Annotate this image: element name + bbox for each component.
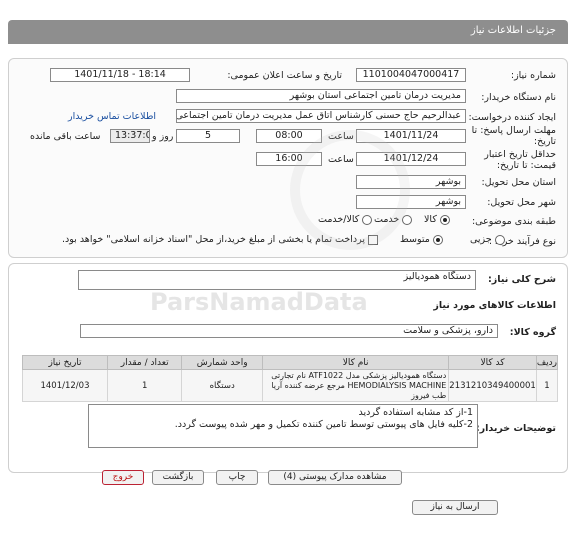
province-label: استان محل تحویل: xyxy=(481,177,556,188)
process-medium-option[interactable]: متوسط xyxy=(400,234,443,245)
goods-table-wrap: ردیف کد کالا نام کالا واحد شمارش تعداد /… xyxy=(22,355,559,402)
buyer-field: مدیریت درمان تامین اجتماعی استان بوشهر xyxy=(176,89,466,103)
announce-field: 1401/11/18 - 18:14 xyxy=(50,68,190,82)
send-reply-button[interactable]: ارسال به نیاز xyxy=(412,500,498,515)
col-row: ردیف xyxy=(535,355,559,370)
print-button[interactable]: چاپ xyxy=(216,470,258,485)
need-number-label: شماره نیاز: xyxy=(510,70,556,81)
process-medium-radio[interactable] xyxy=(432,234,443,245)
col-name: نام کالا xyxy=(261,355,450,370)
cell-row: 1 xyxy=(535,369,559,402)
deadline-label: مهلت ارسال پاسخ: تا تاریخ: xyxy=(471,125,556,147)
creator-label: ایجاد کننده درخواست: xyxy=(468,112,556,123)
buyer-notes-line-2: 2-کلیه فایل های پیوستی توسط تامین کننده … xyxy=(174,419,473,430)
summary-label: شرح کلی نیاز: xyxy=(487,274,556,285)
page-header: جزئیات اطلاعات نیاز xyxy=(8,20,568,44)
col-code: کد کالا xyxy=(448,355,537,370)
back-button[interactable]: بازگشت xyxy=(152,470,204,485)
col-qty: تعداد / مقدار xyxy=(106,355,183,370)
days-label: روز و xyxy=(152,131,174,142)
col-date: تاریخ نیاز xyxy=(22,355,108,370)
deadline-time-field: 08:00 xyxy=(256,129,322,143)
summary-field: دستگاه همودیالیز xyxy=(78,270,476,290)
city-label: شهر محل تحویل: xyxy=(487,197,556,208)
process-minor-radio[interactable] xyxy=(494,234,505,245)
goods-table: ردیف کد کالا نام کالا واحد شمارش تعداد /… xyxy=(22,355,559,402)
buyer-notes-field: 1-از کد مشابه استفاده گردید 2-کلیه فایل … xyxy=(88,404,478,448)
need-number-field: 1101004047000417 xyxy=(356,68,466,82)
page-title: جزئیات اطلاعات نیاز xyxy=(470,25,556,36)
cell-qty: 1 xyxy=(106,369,183,402)
watermark-seal xyxy=(290,130,410,250)
remain-time-field: 13:37:06 xyxy=(110,129,150,143)
category-goods-option[interactable]: کالا xyxy=(424,214,450,225)
validity-label: حداقل تاریخ اعتبار قیمت: تا تاریخ: xyxy=(484,149,556,171)
table-row: 1 2131210349400001 دستگاه همودیالیز پزشک… xyxy=(22,369,559,402)
buyer-notes-label: توضیحات خریدار: xyxy=(475,423,556,434)
exit-button[interactable]: خروج xyxy=(102,470,144,485)
buyer-contact-link[interactable]: اطلاعات تماس خریدار xyxy=(68,111,156,122)
cell-date: 1401/12/03 xyxy=(22,369,108,402)
days-count-field: 5 xyxy=(176,129,240,143)
buyer-notes-line-1: 1-از کد مشابه استفاده گردید xyxy=(358,407,474,418)
remain-label: ساعت باقی مانده xyxy=(30,131,101,142)
group-field: دارو، پزشکی و سلامت xyxy=(80,324,498,338)
view-attachments-button[interactable]: مشاهده مدارک پیوستی (4) xyxy=(268,470,402,485)
group-label: گروه کالا: xyxy=(509,327,556,338)
goods-info-title: اطلاعات کالاهای مورد نیاز xyxy=(433,300,556,311)
cell-name: دستگاه همودیالیز پزشکی مدل ATF1022 نام ت… xyxy=(261,369,450,402)
creator-field: عبدالرحیم حاج حسنی کارشناس اتاق عمل مدیر… xyxy=(176,109,466,123)
category-goods-radio[interactable] xyxy=(439,214,450,225)
announce-label: تاریخ و ساعت اعلان عمومی: xyxy=(227,70,342,81)
buyer-label: نام دستگاه خریدار: xyxy=(481,92,556,103)
cell-unit: دستگاه xyxy=(181,369,263,402)
process-minor-option[interactable]: جزیی xyxy=(470,234,505,245)
cell-code: 2131210349400001 xyxy=(448,369,537,402)
category-label: طبقه بندی موضوعی: xyxy=(471,216,556,227)
col-unit: واحد شمارش xyxy=(181,355,263,370)
watermark-brand: ParsNamadData xyxy=(150,288,368,316)
